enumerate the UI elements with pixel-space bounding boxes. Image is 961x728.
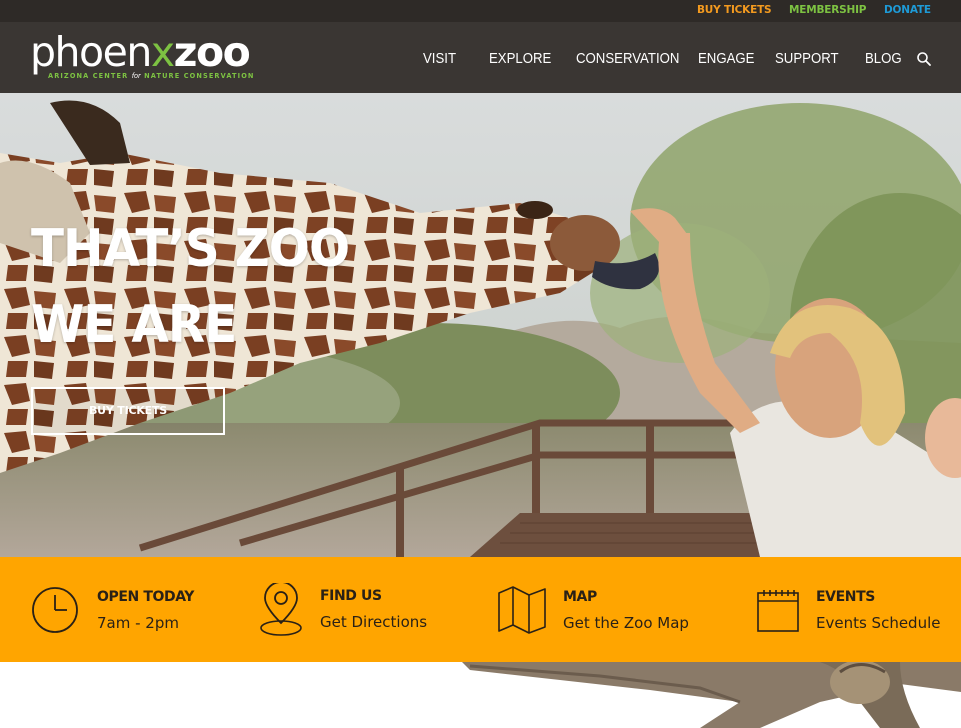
logo-tagline-left: ARIZONA CENTER xyxy=(48,72,129,80)
logo-tagline: ARIZONA CENTER for NATURE CONSERVATION xyxy=(48,72,255,80)
search-icon[interactable] xyxy=(916,51,932,67)
calendar-icon xyxy=(757,590,799,632)
logo-word-zoo: zoo xyxy=(173,28,251,76)
folded-map-icon xyxy=(498,586,546,634)
phoenix-zoo-logo[interactable]: phoenxzoo ARIZONA CENTER for NATURE CONS… xyxy=(30,28,260,84)
utility-membership-link[interactable]: MEMBERSHIP xyxy=(789,4,866,16)
info-events-link: Events Schedule xyxy=(816,614,941,632)
info-open-today-heading: OPEN TODAY xyxy=(97,589,195,605)
main-header: phoenxzoo ARIZONA CENTER for NATURE CONS… xyxy=(0,22,961,93)
nav-conservation[interactable]: CONSERVATION xyxy=(576,50,679,67)
nav-visit[interactable]: VISIT xyxy=(423,50,456,67)
info-open-today-hours: 7am - 2pm xyxy=(97,614,179,632)
info-events[interactable]: EVENTS Events Schedule xyxy=(740,557,961,662)
info-events-heading: EVENTS xyxy=(816,589,875,605)
info-map-heading: MAP xyxy=(563,589,597,605)
hero-title-line2: WE ARE xyxy=(31,295,237,355)
hero-title-line1: THAT’S ZOO xyxy=(31,219,350,279)
info-find-us-link: Get Directions xyxy=(320,613,428,631)
logo-wordmark: phoenxzoo xyxy=(30,28,251,76)
info-map-link: Get the Zoo Map xyxy=(563,614,689,632)
clock-icon xyxy=(32,587,78,633)
info-strip: OPEN TODAY 7am - 2pm FIND US Get Directi… xyxy=(0,557,961,662)
hero-buy-tickets-button[interactable]: BUY TICKETS xyxy=(31,387,225,435)
info-map[interactable]: MAP Get the Zoo Map xyxy=(480,557,740,662)
logo-tagline-mid: for xyxy=(131,72,141,80)
nav-explore[interactable]: EXPLORE xyxy=(489,50,551,67)
sloth-branch-image xyxy=(462,662,961,728)
info-open-today[interactable]: OPEN TODAY 7am - 2pm xyxy=(0,557,240,662)
logo-tagline-right: NATURE CONSERVATION xyxy=(144,72,255,80)
info-find-us-heading: FIND US xyxy=(320,588,382,604)
map-pin-icon xyxy=(260,583,302,636)
nav-engage[interactable]: ENGAGE xyxy=(698,50,754,67)
logo-word-x: x xyxy=(150,28,175,76)
hero-title: THAT’S ZOO WE ARE xyxy=(31,211,350,363)
nav-support[interactable]: SUPPORT xyxy=(775,50,839,67)
nav-blog[interactable]: BLOG xyxy=(865,50,902,67)
utility-buy-tickets-link[interactable]: BUY TICKETS xyxy=(697,4,772,16)
utility-donate-link[interactable]: DONATE xyxy=(884,4,931,16)
hero-banner: THAT’S ZOO WE ARE BUY TICKETS xyxy=(0,93,961,557)
info-find-us[interactable]: FIND US Get Directions xyxy=(240,557,480,662)
lower-content xyxy=(0,662,961,728)
logo-word-phoen: phoen xyxy=(30,28,152,76)
utility-bar: BUY TICKETS MEMBERSHIP DONATE xyxy=(0,0,961,22)
